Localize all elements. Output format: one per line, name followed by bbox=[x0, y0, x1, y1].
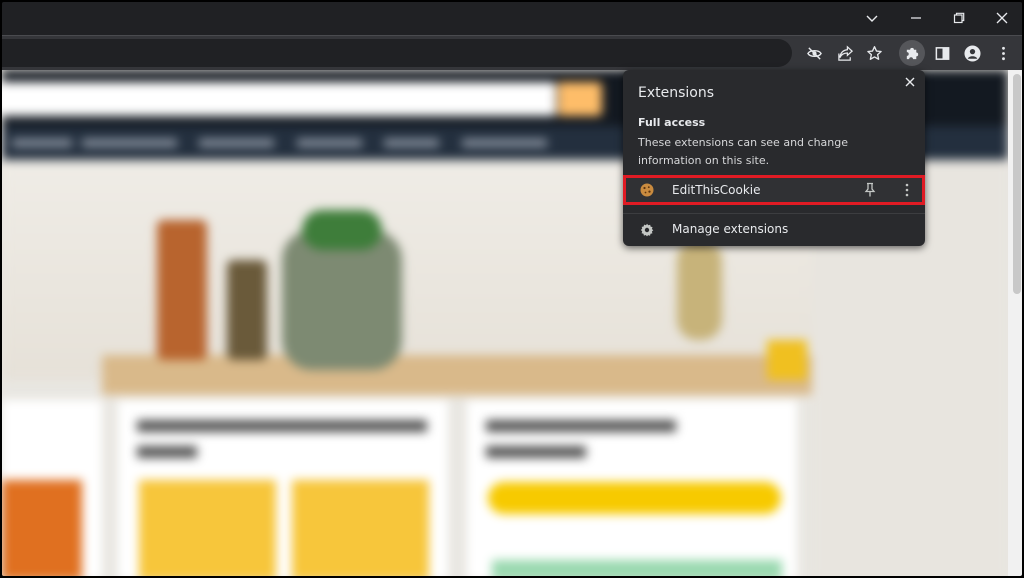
pin-icon[interactable] bbox=[863, 182, 877, 198]
nav-item bbox=[199, 139, 274, 147]
card-image bbox=[292, 480, 429, 576]
more-vert-icon[interactable] bbox=[902, 182, 912, 198]
card-image bbox=[2, 480, 82, 576]
popup-divider bbox=[623, 213, 925, 214]
extensions-button[interactable] bbox=[899, 40, 925, 66]
minimize-button[interactable] bbox=[894, 2, 938, 34]
gear-icon bbox=[640, 223, 654, 237]
profile-icon bbox=[963, 44, 981, 62]
profile-button[interactable] bbox=[959, 40, 985, 66]
restore-button[interactable] bbox=[937, 2, 981, 34]
card-heading bbox=[137, 420, 427, 432]
card-heading bbox=[486, 446, 586, 458]
bookmark-button[interactable] bbox=[861, 40, 887, 66]
tab-search-button[interactable] bbox=[850, 2, 894, 34]
browser-toolbar bbox=[2, 35, 1022, 70]
puzzle-icon bbox=[906, 47, 918, 59]
card-heading bbox=[486, 420, 676, 432]
hero-badge bbox=[767, 340, 807, 380]
hero-spice-rack bbox=[282, 230, 402, 370]
card-button bbox=[488, 482, 781, 514]
address-bar[interactable] bbox=[2, 39, 792, 67]
extension-item-editthiscookie[interactable]: EditThisCookie bbox=[623, 175, 925, 205]
close-icon bbox=[996, 12, 1008, 24]
popup-title: Extensions bbox=[638, 85, 715, 101]
site-search-field bbox=[2, 82, 556, 116]
share-icon bbox=[837, 45, 853, 61]
minimize-icon bbox=[911, 17, 921, 19]
hero-shelf bbox=[102, 355, 812, 395]
star-icon bbox=[866, 45, 882, 60]
page-scrollbar[interactable] bbox=[1008, 70, 1022, 576]
eye-off-icon bbox=[806, 46, 822, 60]
nav-item bbox=[82, 139, 177, 147]
hero-vase bbox=[677, 240, 722, 340]
nav-item bbox=[12, 139, 72, 147]
nav-item bbox=[462, 139, 547, 147]
hero-plant bbox=[302, 210, 382, 250]
card-image bbox=[492, 560, 782, 576]
side-panel-button[interactable] bbox=[929, 40, 955, 66]
extensions-popup: Extensions Full access These extensions … bbox=[623, 70, 925, 246]
scrollbar-thumb[interactable] bbox=[1013, 74, 1021, 294]
manage-extensions-item[interactable]: Manage extensions bbox=[623, 217, 925, 243]
close-window-button[interactable] bbox=[980, 2, 1022, 34]
manage-extensions-label: Manage extensions bbox=[672, 222, 789, 236]
hero-jar bbox=[227, 260, 267, 360]
popup-close-button[interactable] bbox=[903, 75, 917, 89]
card-image bbox=[139, 480, 276, 576]
site-search-button bbox=[558, 82, 602, 116]
browser-menu-button[interactable] bbox=[990, 40, 1016, 66]
nav-item bbox=[384, 139, 439, 147]
chevron-down-icon bbox=[866, 15, 878, 22]
browser-window: Extensions Full access These extensions … bbox=[0, 0, 1024, 578]
full-access-description: These extensions can see and change info… bbox=[638, 136, 848, 167]
cookie-icon bbox=[640, 183, 654, 197]
nav-item bbox=[297, 139, 362, 147]
card-heading bbox=[137, 446, 197, 458]
extension-name: EditThisCookie bbox=[672, 183, 761, 197]
hero-jar bbox=[157, 220, 207, 360]
full-access-heading: Full access bbox=[638, 116, 706, 129]
share-button[interactable] bbox=[832, 40, 858, 66]
restore-icon bbox=[953, 12, 965, 24]
tracking-protection-button[interactable] bbox=[801, 40, 827, 66]
title-bar bbox=[2, 2, 1022, 35]
close-icon bbox=[905, 77, 915, 87]
side-panel-icon bbox=[935, 46, 949, 60]
more-vert-icon bbox=[1001, 46, 1005, 60]
